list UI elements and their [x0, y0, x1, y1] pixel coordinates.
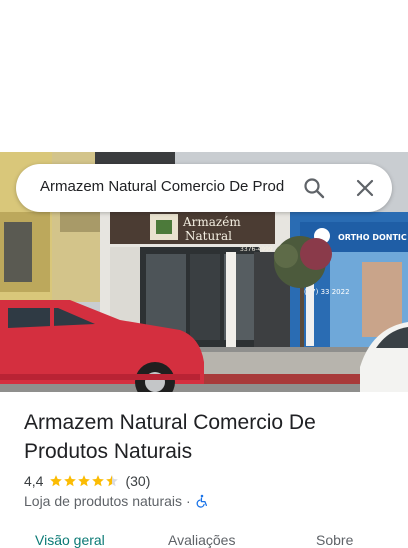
tab-bar: Visão geral Avaliações Sobre	[0, 528, 408, 548]
star-half-icon	[106, 475, 119, 487]
star-icon	[78, 475, 91, 487]
search-icon[interactable]	[302, 176, 326, 200]
rating-value: 4,4	[24, 473, 44, 489]
star-icon	[92, 475, 105, 487]
wheelchair-icon[interactable]	[195, 494, 209, 508]
separator-dot: ·	[186, 493, 191, 509]
search-input[interactable]: Armazem Natural Comercio De Prod	[40, 178, 288, 198]
neighbor-sign: ORTHO DONTIC	[338, 233, 407, 242]
star-icon	[64, 475, 77, 487]
top-blank-area	[0, 0, 408, 152]
sign-phone: 3376-4999	[240, 246, 273, 253]
search-bar[interactable]: Armazem Natural Comercio De Prod	[16, 164, 392, 212]
star-icon	[50, 475, 63, 487]
sign-text-1: Armazém	[182, 215, 241, 229]
place-title: Armazem Natural Comercio De Produtos Nat…	[24, 411, 316, 463]
rating-row[interactable]: 4,4 (30)	[24, 472, 150, 490]
tab-overview[interactable]: Visão geral	[35, 532, 105, 548]
category-row: Loja de produtos naturais ·	[24, 492, 209, 510]
place-category: Loja de produtos naturais	[24, 493, 182, 509]
sign-text-2: Natural	[185, 229, 232, 243]
rating-stars	[49, 474, 119, 488]
review-count[interactable]: (30)	[125, 473, 150, 489]
tab-reviews[interactable]: Avaliações	[168, 532, 235, 548]
close-icon[interactable]	[353, 176, 377, 200]
tab-about[interactable]: Sobre	[316, 532, 353, 548]
